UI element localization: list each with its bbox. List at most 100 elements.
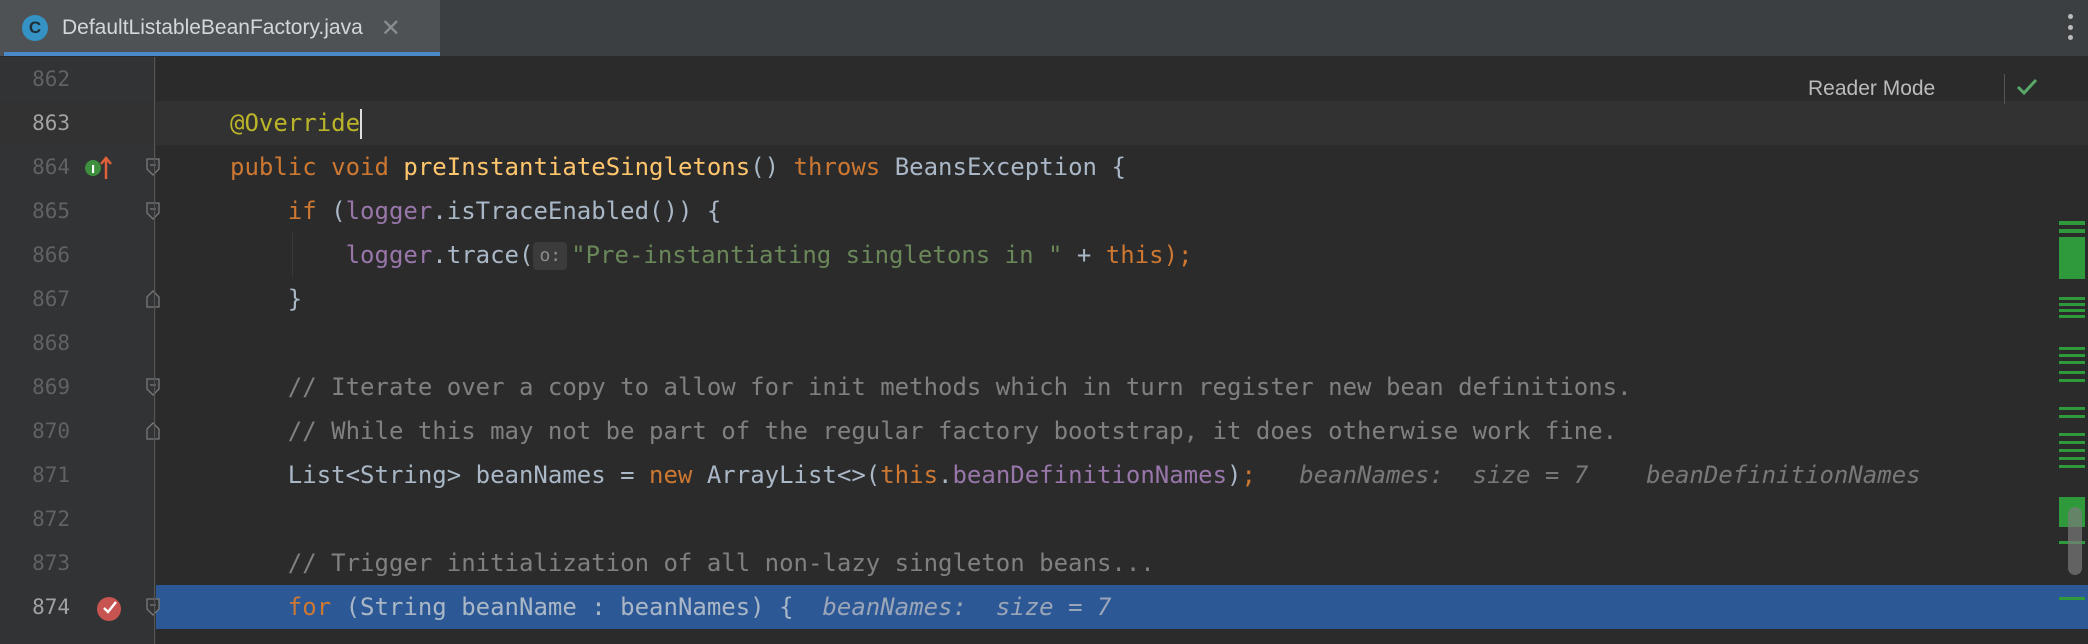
code-text: // Iterate over a copy to allow for init… xyxy=(230,365,1632,409)
implements-up-icon[interactable]: I xyxy=(84,155,114,185)
checkmark-icon[interactable] xyxy=(2014,74,2040,104)
code-line[interactable]: 873 // Trigger initialization of all non… xyxy=(0,541,2088,585)
code-editor[interactable]: 862 863 @Override 864 I public void preI… xyxy=(0,57,2088,644)
debug-inline-value: beanNames: size = 7 beanDefinitionNames xyxy=(1255,461,1921,489)
line-number: 866 xyxy=(32,243,70,267)
field-token: beanDefinitionNames xyxy=(952,461,1228,489)
svg-text:I: I xyxy=(91,163,95,176)
fold-icon[interactable] xyxy=(146,158,160,176)
code-line[interactable]: 868 xyxy=(0,321,2088,365)
text-caret xyxy=(360,109,363,139)
keyword-token: new xyxy=(649,461,693,489)
code-token: List<String> beanNames = xyxy=(287,461,650,489)
code-token: ); xyxy=(1163,241,1193,269)
debug-inline-value: beanNames: size = 7 xyxy=(793,593,1112,621)
code-line-execution-point[interactable]: 874 for (String beanName : beanNames) { … xyxy=(0,585,2088,629)
error-stripe[interactable] xyxy=(2058,57,2088,644)
line-number: 869 xyxy=(32,375,70,399)
code-token: ( xyxy=(316,197,346,225)
scrollbar-thumb[interactable] xyxy=(2068,507,2082,575)
code-token: . xyxy=(938,461,953,489)
annotation-token: @Override xyxy=(230,109,361,137)
active-tab-underline xyxy=(4,52,440,56)
code-line[interactable]: 866 logger.trace(o: "Pre-instantiating si… xyxy=(0,233,2088,277)
code-token: .isTraceEnabled()) { xyxy=(432,197,722,225)
field-token: logger xyxy=(345,241,433,269)
code-text: for (String beanName : beanNames) { bean… xyxy=(230,585,1112,629)
breakpoint-verified-icon[interactable] xyxy=(96,594,124,626)
divider xyxy=(2004,74,2005,104)
field-token: logger xyxy=(345,197,433,225)
editor-tab[interactable]: C DefaultListableBeanFactory.java ✕ xyxy=(0,0,440,56)
keyword-token: this xyxy=(1105,241,1164,269)
code-token: + xyxy=(1062,241,1106,269)
keyword-token: public xyxy=(230,153,317,181)
editor-tab-bar: C DefaultListableBeanFactory.java ✕ xyxy=(0,0,2088,57)
reader-mode-bar: Reader Mode xyxy=(1808,64,2048,114)
line-number: 874 xyxy=(32,595,70,619)
code-line[interactable]: 867 } xyxy=(0,277,2088,321)
parameter-hint: o: xyxy=(533,242,568,270)
code-text: logger.trace(o: "Pre-instantiating single… xyxy=(230,233,1192,277)
code-token: BeansException { xyxy=(880,153,1126,181)
keyword-token: throws xyxy=(793,153,881,181)
fold-gutter-divider xyxy=(154,57,155,644)
line-number: 873 xyxy=(32,551,70,575)
line-number: 862 xyxy=(32,67,70,91)
method-name-token: preInstantiateSingletons xyxy=(403,153,751,181)
code-line-current[interactable]: 863 @Override xyxy=(0,101,2088,145)
code-text: public void preInstantiateSingletons() t… xyxy=(230,145,1126,189)
keyword-token: if xyxy=(287,197,317,225)
code-line[interactable]: 870 // While this may not be part of the… xyxy=(0,409,2088,453)
code-token: } xyxy=(287,285,303,313)
line-number: 870 xyxy=(32,419,70,443)
line-number: 863 xyxy=(32,111,70,135)
keyword-token: for xyxy=(287,593,332,621)
code-line[interactable]: 871 List<String> beanNames = new ArrayLi… xyxy=(0,453,2088,497)
more-vertical-icon[interactable] xyxy=(2066,14,2074,40)
code-text: List<String> beanNames = new ArrayList<>… xyxy=(230,453,1921,497)
fold-end-icon[interactable] xyxy=(146,290,160,308)
tab-title: DefaultListableBeanFactory.java xyxy=(62,16,363,39)
code-text: // While this may not be part of the reg… xyxy=(230,409,1617,453)
line-number: 864 xyxy=(32,155,70,179)
code-text: } xyxy=(230,277,302,321)
code-text: @Override xyxy=(230,101,363,145)
code-text: // Trigger initialization of all non-laz… xyxy=(230,541,1155,585)
comment-token: // Trigger initialization of all non-laz… xyxy=(287,549,1155,577)
code-token: ; xyxy=(1241,461,1256,489)
fold-icon[interactable] xyxy=(146,378,160,396)
line-number: 868 xyxy=(32,331,70,355)
code-token: .trace( xyxy=(432,241,534,269)
keyword-token: void xyxy=(331,153,389,181)
fold-icon[interactable] xyxy=(146,202,160,220)
comment-token: // While this may not be part of the reg… xyxy=(287,417,1618,445)
string-token: "Pre-instantiating singletons in " xyxy=(571,241,1063,269)
keyword-token: this xyxy=(880,461,939,489)
code-line[interactable]: 862 xyxy=(0,57,2088,101)
comment-token: // Iterate over a copy to allow for init… xyxy=(287,373,1632,401)
line-number: 865 xyxy=(32,199,70,223)
close-icon[interactable]: ✕ xyxy=(381,14,401,43)
code-text: if (logger.isTraceEnabled()) { xyxy=(230,189,722,233)
reader-mode-button[interactable]: Reader Mode xyxy=(1808,77,1935,101)
code-line[interactable]: 869 // Iterate over a copy to allow for … xyxy=(0,365,2088,409)
fold-end-icon[interactable] xyxy=(146,422,160,440)
code-token: ) xyxy=(1227,461,1242,489)
code-line[interactable]: 864 I public void preInstantiateSingleto… xyxy=(0,145,2088,189)
code-line[interactable]: 865 if (logger.isTraceEnabled()) { xyxy=(0,189,2088,233)
fold-icon[interactable] xyxy=(146,598,160,616)
code-token: () xyxy=(750,153,794,181)
line-number: 871 xyxy=(32,463,70,487)
line-number: 867 xyxy=(32,287,70,311)
code-line[interactable]: 872 xyxy=(0,497,2088,541)
code-token: ArrayList<>( xyxy=(692,461,881,489)
